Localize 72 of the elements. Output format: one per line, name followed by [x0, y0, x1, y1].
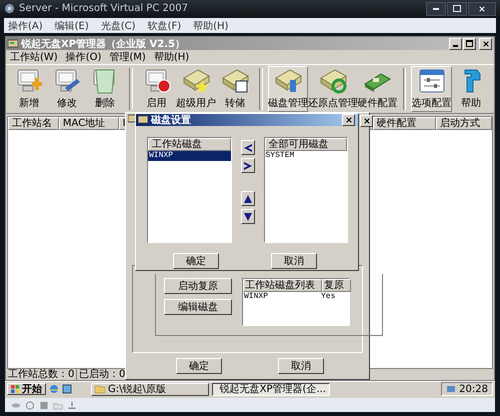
- move-right-button[interactable]: [240, 158, 254, 173]
- taskbar-button[interactable]: 锐起无盘XP管理器(企...: [212, 382, 330, 396]
- toolbar-button[interactable]: 转储: [216, 66, 254, 112]
- move-up-button[interactable]: [240, 191, 254, 206]
- menu-item[interactable]: 操作(O): [66, 50, 102, 64]
- close-icon: [479, 6, 485, 12]
- windows-flag-icon: [11, 384, 20, 394]
- close-icon: [482, 40, 488, 46]
- column-header[interactable]: 启动方式: [436, 117, 492, 130]
- toolbar-button[interactable]: 新增: [10, 66, 48, 112]
- dialog-button[interactable]: 取消: [278, 358, 324, 374]
- menu-item[interactable]: 操作(A): [8, 18, 43, 32]
- dialog-button[interactable]: 取消: [271, 253, 317, 269]
- window-sliders-icon: [418, 68, 446, 94]
- close-button[interactable]: [468, 2, 496, 16]
- menu-item[interactable]: 帮助(H): [154, 50, 190, 64]
- toolbar-button[interactable]: 选项配置: [411, 66, 452, 112]
- window-title: Server - Microsoft Virtual PC 2007: [19, 3, 189, 14]
- maximize-button[interactable]: [447, 2, 467, 16]
- column-header[interactable]: 全部可用磁盘: [264, 138, 347, 151]
- left-arrow-icon: [242, 142, 252, 152]
- status-text: 工作站总数：0: [6, 369, 77, 380]
- menu-item[interactable]: 软盘(F): [148, 18, 182, 32]
- minimize-button[interactable]: [426, 2, 446, 16]
- column-header[interactable]: MAC地址: [58, 117, 119, 130]
- menu-item[interactable]: 管理(M): [109, 50, 146, 64]
- start-button[interactable]: 开始: [7, 383, 46, 395]
- toolbar-button[interactable]: 启用: [138, 66, 176, 112]
- toolbar-button[interactable]: 删除: [86, 66, 124, 112]
- move-down-button[interactable]: [240, 209, 254, 224]
- move-left-button[interactable]: [240, 140, 254, 155]
- column-header[interactable]: 工作站磁盘: [148, 138, 230, 151]
- close-icon: [346, 117, 352, 123]
- dialog-button[interactable]: 启动复原: [164, 278, 232, 294]
- up-arrow-icon: [242, 194, 252, 204]
- table-cell-text: Yes: [320, 292, 336, 301]
- monitor-stop-icon: [142, 68, 171, 94]
- dialog-button[interactable]: 确定: [176, 358, 222, 374]
- disk-cycle-icon: [318, 68, 347, 94]
- menu-item[interactable]: 工作站(W): [10, 50, 58, 64]
- list-item[interactable]: SYSTEM: [264, 151, 347, 161]
- menu-item[interactable]: 编辑(E): [54, 18, 89, 32]
- desktop-icon[interactable]: [62, 384, 72, 394]
- taskbar-button[interactable]: G:\锐起\原版: [91, 382, 209, 396]
- right-arrow-icon: [242, 160, 252, 170]
- dialog-title: 磁盘设置: [151, 114, 192, 127]
- menu-item[interactable]: 光盘(C): [100, 18, 136, 32]
- column-header[interactable]: 硬件配置: [372, 117, 436, 130]
- disk-star-icon: [182, 68, 210, 94]
- toolbar-button[interactable]: 磁盘管理: [268, 66, 308, 112]
- monitor-plus-icon: [15, 68, 43, 94]
- monitor-edit-icon: [53, 68, 81, 94]
- down-arrow-icon: [242, 212, 252, 222]
- dialog-button[interactable]: 确定: [173, 253, 219, 269]
- toolbar-button[interactable]: 超级用户: [176, 66, 216, 112]
- close-icon: [364, 118, 370, 124]
- menu-item[interactable]: 帮助(H): [193, 18, 228, 32]
- toolbar-button[interactable]: 帮助: [452, 66, 490, 112]
- table-cell-text: WINXP: [243, 292, 270, 301]
- logo-icon: [4, 3, 15, 14]
- clock: 20:28: [459, 384, 488, 394]
- list-item[interactable]: WINXP: [148, 151, 230, 161]
- cd-icon[interactable]: [25, 400, 35, 410]
- dialog-button[interactable]: 编辑磁盘: [164, 299, 232, 315]
- toolbar-button[interactable]: 修改: [48, 66, 86, 112]
- toolbar-button[interactable]: 硬件配置: [357, 66, 398, 112]
- column-header[interactable]: 工作站磁盘列表: [243, 279, 322, 292]
- toolbar-button[interactable]: 还原点管理: [308, 66, 358, 112]
- app-icon: [8, 38, 18, 48]
- app-title: 锐起无盘XP管理器（企业版 V2.5）: [21, 38, 186, 50]
- column-header[interactable]: 复原: [322, 279, 351, 292]
- column-header[interactable]: 工作站名: [8, 117, 59, 130]
